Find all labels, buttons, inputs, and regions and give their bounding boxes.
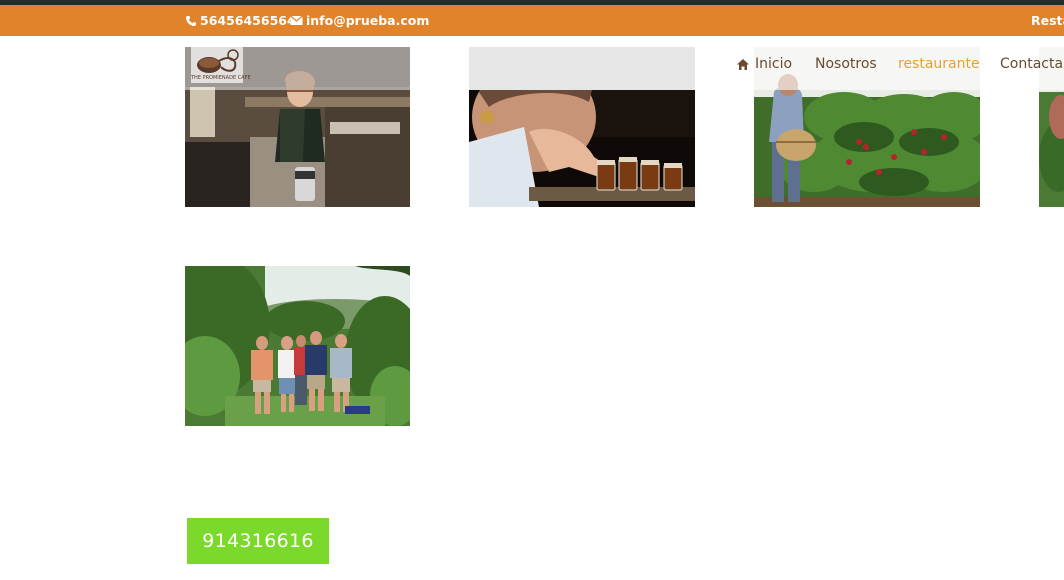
group-plantation-image [185,266,410,426]
logo-text: THE PROMIENADE CAFE [191,75,251,81]
group-plantation-photo[interactable] [185,266,410,426]
top-info-bar: 56456456564 info@prueba.com Resta [0,5,1064,36]
home-icon [737,58,749,70]
email-address: info@prueba.com [306,13,430,28]
nav-about-label: Nosotros [815,56,877,72]
phone-number: 56456456564 [200,13,296,28]
nav-contact[interactable]: Contactar [1000,54,1064,74]
site-logo[interactable]: THE PROMIENADE CAFE [191,47,251,83]
nav-home[interactable]: Inicio [736,54,792,74]
phone-icon [186,15,196,26]
nav-restaurant[interactable]: restaurante [898,54,980,74]
nav-about[interactable]: Nosotros [815,54,877,74]
phone-contact[interactable]: 56456456564 [185,13,296,28]
phone-cta-label: 914316616 [202,530,314,552]
email-contact[interactable]: info@prueba.com [290,13,429,28]
nav-home-label: Inicio [755,56,793,72]
topbar-right-link[interactable]: Resta [1031,13,1064,28]
nav-restaurant-label: restaurante [898,56,980,72]
phone-cta-button[interactable]: 914316616 [187,518,329,564]
envelope-icon [290,15,303,25]
nav-contact-label: Contactar [1000,56,1064,72]
topbar-right-link-label: Resta [1031,13,1064,28]
